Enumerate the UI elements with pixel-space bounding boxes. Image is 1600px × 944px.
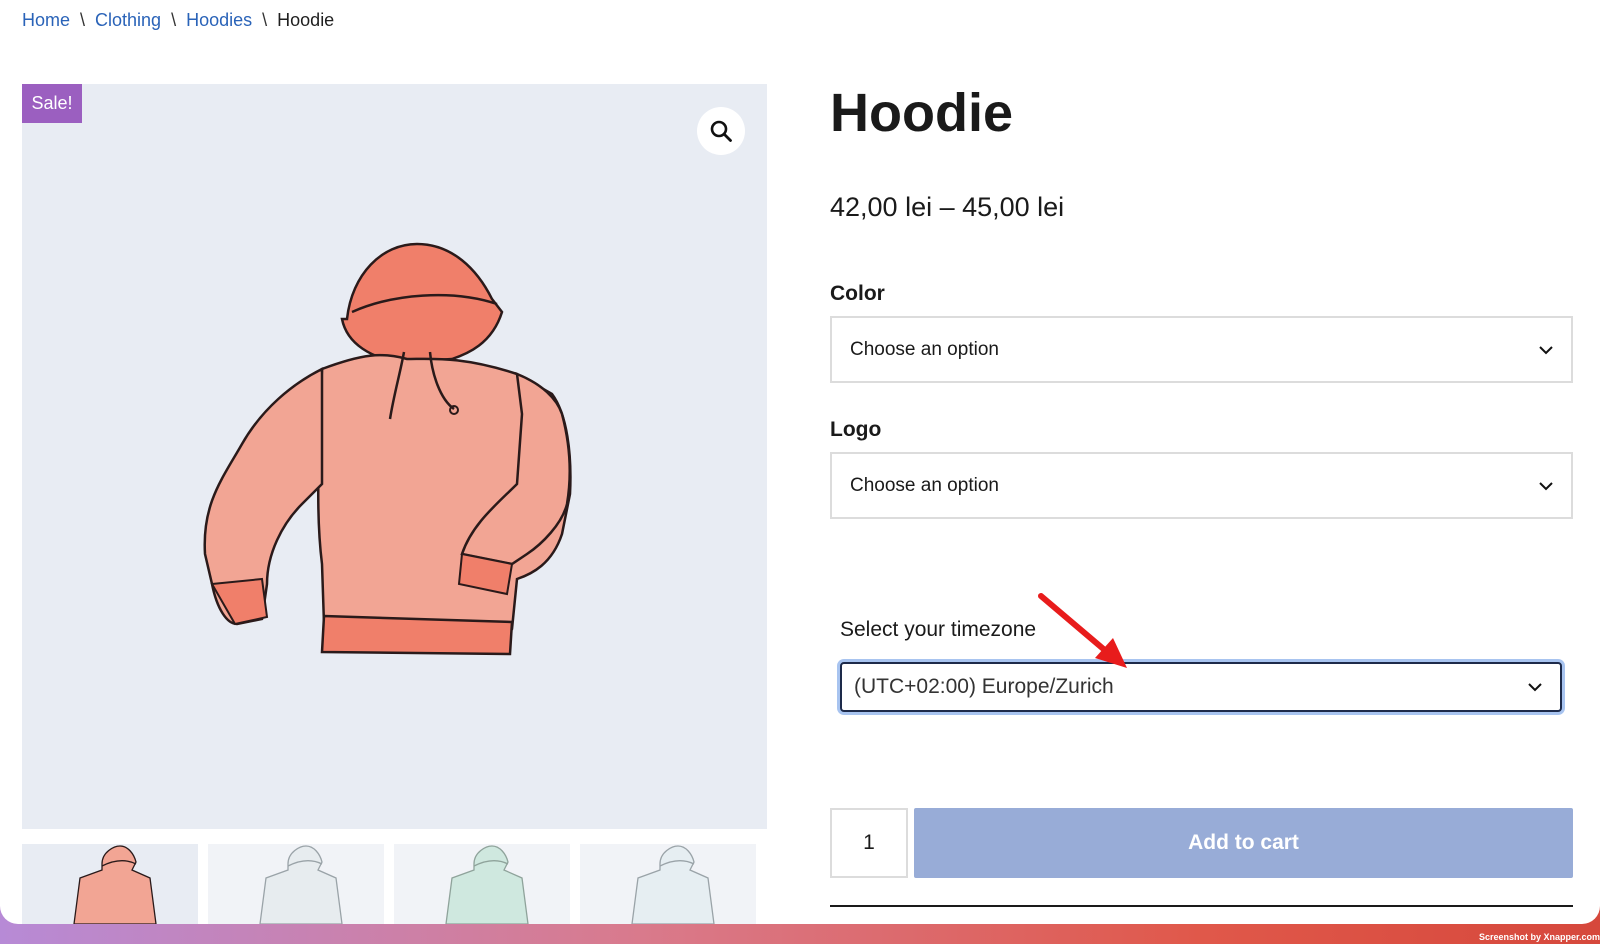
thumbnail-hoodie-red[interactable] <box>22 844 198 924</box>
quantity-input[interactable]: 1 <box>830 808 908 878</box>
search-icon <box>710 120 732 142</box>
breadcrumb-separator: \ <box>262 10 268 30</box>
hoodie-thumb-grey <box>259 845 343 924</box>
chevron-down-icon <box>1539 481 1553 490</box>
breadcrumb-separator: \ <box>171 10 177 30</box>
divider <box>830 905 1573 907</box>
breadcrumb-clothing[interactable]: Clothing <box>95 10 161 30</box>
thumbnail-strip <box>22 844 767 924</box>
breadcrumb-home[interactable]: Home <box>22 10 70 30</box>
timezone-select[interactable]: (UTC+02:00) Europe/Zurich <box>840 662 1562 712</box>
timezone-select-value: (UTC+02:00) Europe/Zurich <box>854 675 1114 698</box>
thumbnail-hoodie-blue[interactable] <box>580 844 756 924</box>
logo-select[interactable]: Choose an option <box>830 452 1573 519</box>
logo-label: Logo <box>830 418 882 441</box>
zoom-button[interactable] <box>697 107 745 155</box>
product-price: 42,00 lei – 45,00 lei <box>830 192 1065 222</box>
hoodie-illustration <box>203 242 572 656</box>
color-label: Color <box>830 282 885 305</box>
chevron-down-icon <box>1539 345 1553 354</box>
breadcrumb-hoodies[interactable]: Hoodies <box>186 10 252 30</box>
breadcrumb-separator: \ <box>80 10 86 30</box>
sale-badge: Sale! <box>22 84 82 123</box>
browser-page: Home \ Clothing \ Hoodies \ Hoodie Sale! <box>0 0 1600 924</box>
hoodie-thumb-green <box>445 845 529 924</box>
chevron-down-icon <box>1528 683 1542 692</box>
thumbnail-hoodie-grey[interactable] <box>208 844 384 924</box>
breadcrumb: Home \ Clothing \ Hoodies \ Hoodie <box>22 10 334 31</box>
product-image[interactable] <box>22 84 767 829</box>
screenshot-credit: Screenshot by Xnapper.com <box>1478 932 1600 942</box>
color-select-value: Choose an option <box>850 338 999 360</box>
hoodie-thumb-red <box>73 845 157 924</box>
logo-select-value: Choose an option <box>850 474 999 496</box>
product-title: Hoodie <box>830 83 1013 143</box>
add-to-cart-button[interactable]: Add to cart <box>914 808 1573 878</box>
hoodie-thumb-blue <box>631 845 715 924</box>
color-select[interactable]: Choose an option <box>830 316 1573 383</box>
annotation-arrow-icon <box>1038 593 1127 668</box>
breadcrumb-current: Hoodie <box>277 10 335 30</box>
timezone-label: Select your timezone <box>840 618 1037 641</box>
thumbnail-hoodie-green[interactable] <box>394 844 570 924</box>
